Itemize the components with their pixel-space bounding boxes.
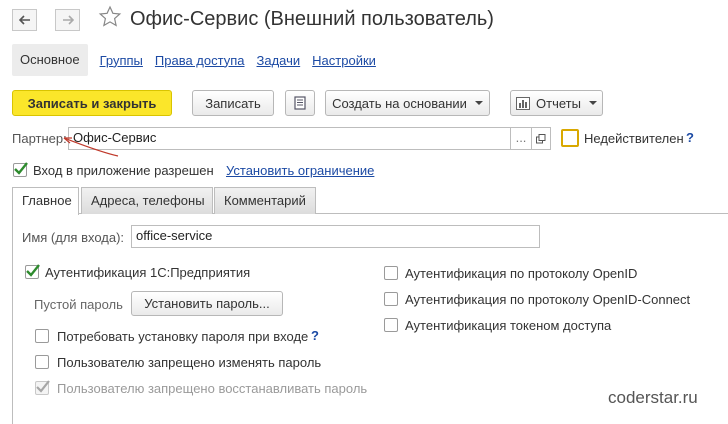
require-password-label: Потребовать установку пароля при входе	[57, 329, 309, 344]
login-name-field[interactable]: office-service	[131, 225, 540, 248]
auth-token-checkbox[interactable]	[384, 318, 398, 332]
star-icon	[98, 5, 122, 27]
page-title: Офис-Сервис (Внешний пользователь)	[130, 8, 494, 30]
auth-openid-label: Аутентификация по протоколу OpenID	[405, 266, 638, 281]
forbid-change-password-label: Пользователю запрещено изменять пароль	[57, 355, 322, 370]
back-button[interactable]	[12, 9, 37, 31]
inner-tab-addresses[interactable]: Адреса, телефоны	[81, 187, 213, 214]
invalid-help-icon[interactable]: ?	[686, 130, 694, 145]
tab-tasks[interactable]: Задачи	[257, 53, 301, 68]
reports-icon	[516, 96, 531, 110]
auth-1c-label: Аутентификация 1С:Предприятия	[45, 265, 251, 280]
partner-select-button[interactable]: ...	[510, 127, 532, 150]
login-name-label: Имя (для входа):	[22, 230, 125, 245]
checkmark-icon	[26, 264, 40, 277]
save-close-button[interactable]: Записать и закрыть	[12, 90, 172, 116]
arrow-left-icon	[18, 15, 30, 25]
forbid-change-password-checkbox[interactable]	[35, 355, 49, 369]
tab-access-rights[interactable]: Права доступа	[155, 53, 245, 68]
watermark: coderstar.ru	[608, 388, 698, 407]
inner-tab-main[interactable]: Главное	[12, 187, 79, 215]
annotation-arrow-icon	[63, 137, 119, 157]
require-password-help-icon[interactable]: ?	[311, 328, 319, 343]
partner-open-button[interactable]	[531, 127, 551, 150]
login-allowed-checkbox[interactable]	[13, 162, 28, 177]
document-icon	[294, 96, 306, 110]
password-status: Пустой пароль	[34, 297, 123, 312]
chevron-down-icon	[588, 101, 597, 105]
tab-main[interactable]: Основное	[12, 44, 88, 76]
set-password-button[interactable]: Установить пароль...	[131, 291, 283, 316]
favorite-button[interactable]	[98, 5, 122, 32]
auth-1c-checkbox[interactable]	[25, 264, 40, 279]
arrow-right-icon	[62, 15, 74, 25]
partner-field[interactable]: Офис-Сервис	[68, 127, 510, 150]
tab-groups[interactable]: Группы	[100, 53, 143, 68]
tab-settings[interactable]: Настройки	[312, 53, 376, 68]
chevron-down-icon	[474, 101, 483, 105]
open-icon	[536, 133, 546, 143]
checkmark-icon	[36, 380, 50, 393]
auth-token-label: Аутентификация токеном доступа	[405, 318, 612, 333]
auth-openid-connect-checkbox[interactable]	[384, 292, 398, 306]
set-restriction-link[interactable]: Установить ограничение	[226, 163, 374, 178]
print-button[interactable]	[285, 90, 315, 116]
invalid-checkbox[interactable]	[561, 129, 579, 147]
forward-button[interactable]	[55, 9, 80, 31]
forbid-restore-password-label: Пользователю запрещено восстанавливать п…	[57, 381, 368, 396]
create-based-on-label: Создать на основании	[332, 95, 467, 111]
require-password-checkbox[interactable]	[35, 329, 49, 343]
reports-button[interactable]: Отчеты	[510, 90, 603, 116]
reports-label: Отчеты	[536, 95, 581, 111]
invalid-label: Недействителен	[584, 131, 684, 146]
forbid-restore-password-checkbox	[35, 380, 50, 395]
save-button[interactable]: Записать	[192, 90, 274, 116]
create-based-on-button[interactable]: Создать на основании	[325, 90, 490, 116]
partner-label: Партнер:	[12, 131, 67, 146]
inner-tab-comment[interactable]: Комментарий	[214, 187, 316, 214]
section-tabs: Основное Группы Права доступа Задачи Нас…	[12, 44, 376, 76]
login-allowed-label: Вход в приложение разрешен	[33, 163, 214, 178]
auth-openid-connect-label: Аутентификация по протоколу OpenID-Conne…	[405, 292, 691, 307]
auth-openid-checkbox[interactable]	[384, 266, 398, 280]
checkmark-icon	[14, 162, 28, 175]
